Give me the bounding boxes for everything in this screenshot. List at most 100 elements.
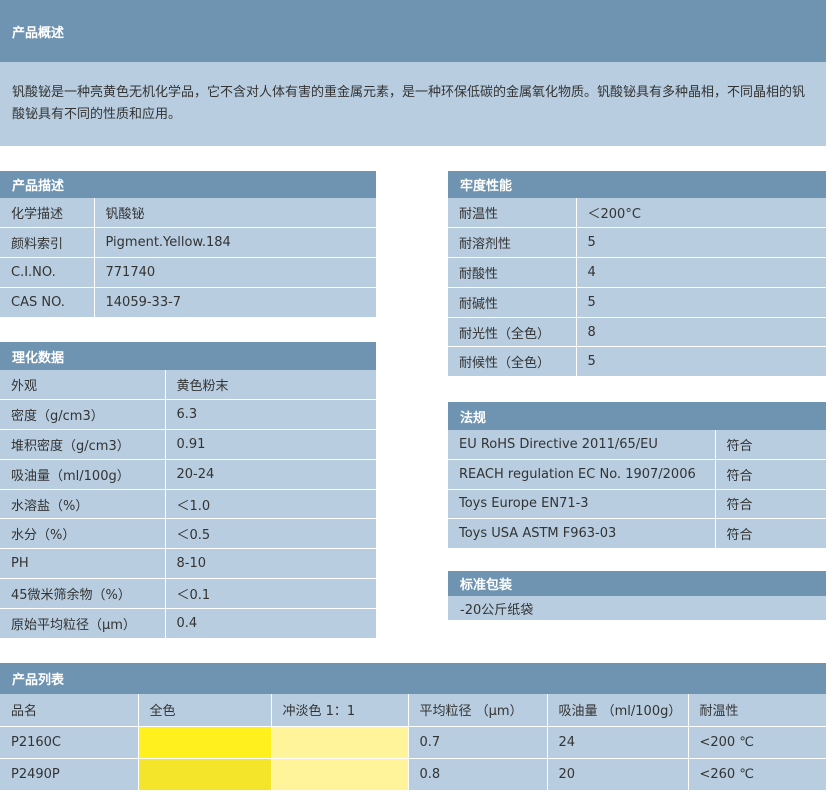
products-column-header: 品名	[0, 694, 139, 727]
regulation-label: Toys USA ASTM F963-03	[448, 518, 716, 549]
fastness-value: ＜200°C	[575, 198, 826, 229]
description-label: C.I.NO.	[0, 257, 95, 288]
regulation-table: EU RoHS Directive 2011/65/EU 符合 REACH regu…	[448, 430, 826, 549]
regulation-value: 符合	[714, 488, 826, 519]
physchem-value: 8-10	[164, 548, 376, 580]
description-table: 化学描述 钒酸铋 颜料索引 Pigment.Yellow.184 C.I.NO. 7717…	[0, 198, 376, 318]
physchem-table: 外观 黄色粉末 密度（g/cm3） 6.3 堆积密度（g/cm3） 0.91 吸油量（ml/…	[0, 370, 376, 639]
fastness-label: 耐碱性	[448, 286, 577, 318]
regulation-value: 符合	[714, 518, 826, 549]
regulation-title: 法规	[460, 410, 487, 426]
physchem-label: PH	[0, 548, 166, 580]
description-value: 14059-33-7	[93, 286, 376, 318]
product-name: P2160C	[0, 725, 139, 759]
physchem-row: 原始平均粒径（μm） 0.4	[0, 607, 376, 639]
regulation-label: Toys Europe EN71-3	[448, 488, 716, 519]
fastness-header: 牢度性能	[448, 171, 826, 198]
physchem-row: 外观 黄色粉末	[0, 370, 376, 401]
products-column-header: 耐温性	[687, 694, 826, 727]
fastness-value: 5	[575, 346, 826, 378]
physchem-value: ＜1.0	[164, 488, 376, 520]
fastness-row: 耐酸性 4	[448, 257, 826, 288]
fastness-row: 耐碱性 5	[448, 286, 826, 318]
description-value: 钒酸铋	[93, 198, 376, 229]
physchem-label: 45微米筛余物（%）	[0, 578, 166, 609]
fastness-label: 耐温性	[448, 198, 577, 229]
fastness-row: 耐候性（全色） 5	[448, 346, 826, 378]
regulation-row: REACH regulation EC No. 1907/2006 符合	[448, 459, 826, 490]
products-header: 产品列表	[0, 663, 826, 694]
heat-resistance: <200 ℃	[687, 725, 826, 759]
products-row: P2490P 0.8 20 <260 ℃	[0, 757, 826, 791]
description-title: 产品描述	[12, 179, 65, 194]
fastness-label: 耐溶剂性	[448, 227, 577, 259]
physchem-row: 堆积密度（g/cm3） 0.91	[0, 429, 376, 460]
products-column-header: 冲淡色 1：1	[270, 694, 409, 727]
physchem-row: 45微米筛余物（%） ＜0.1	[0, 578, 376, 609]
physchem-label: 堆积密度（g/cm3）	[0, 429, 166, 460]
overview-text: 钒酸铋是一种亮黄色无机化学品，它不含对人体有害的重金属元素，是一种环保低碳的金属…	[0, 62, 826, 146]
fastness-row: 耐溶剂性 5	[448, 227, 826, 259]
fastness-value: 5	[575, 227, 826, 259]
fastness-row: 耐温性 ＜200°C	[448, 198, 826, 229]
description-value: Pigment.Yellow.184	[93, 227, 376, 258]
description-header: 产品描述	[0, 171, 376, 198]
physchem-value: 6.3	[164, 399, 376, 431]
overview-title: 产品概述	[12, 25, 65, 41]
fastness-table: 耐温性 ＜200°C 耐溶剂性 5 耐酸性 4 耐碱性 5 耐光性（全色） 8 耐候性（全色） 5	[448, 198, 826, 378]
regulation-value: 符合	[714, 459, 826, 490]
physchem-label: 水分（%）	[0, 518, 166, 550]
physchem-value: 黄色粉末	[164, 370, 376, 401]
products-row: P2160C 0.7 24 <200 ℃	[0, 725, 826, 759]
fastness-label: 耐候性（全色）	[448, 346, 577, 378]
mass-color-swatch	[137, 725, 272, 759]
products-column-header: 吸油量 （ml/100g）	[546, 694, 689, 727]
physchem-value: 0.91	[164, 429, 376, 460]
packaging-title: 标准包装	[460, 578, 513, 593]
physchem-row: 吸油量（ml/100g） 20-24	[0, 458, 376, 490]
description-row: CAS NO. 14059-33-7	[0, 286, 376, 318]
tint-color-swatch	[270, 725, 409, 759]
packaging-text: -20公斤纸袋	[448, 596, 826, 620]
regulation-label: EU RoHS Directive 2011/65/EU	[448, 430, 716, 460]
physchem-value: ＜0.5	[164, 518, 376, 550]
description-row: 化学描述 钒酸铋	[0, 198, 376, 229]
fastness-value: 4	[575, 257, 826, 288]
description-label: 颜料索引	[0, 227, 95, 258]
mass-color-swatch	[137, 757, 272, 791]
fastness-value: 8	[575, 316, 826, 348]
physchem-value: 0.4	[164, 607, 376, 639]
description-label: 化学描述	[0, 198, 95, 229]
physchem-value: ＜0.1	[164, 578, 376, 609]
description-row: 颜料索引 Pigment.Yellow.184	[0, 227, 376, 258]
products-header-row: 品名 全色 冲淡色 1：1 平均粒径 （μm） 吸油量 （ml/100g） 耐温性	[0, 694, 826, 727]
physchem-row: PH 8-10	[0, 548, 376, 580]
products-title: 产品列表	[12, 673, 65, 688]
products-column-header: 平均粒径 （μm）	[407, 694, 548, 727]
oil-absorption: 20	[546, 757, 689, 791]
description-value: 771740	[93, 257, 376, 288]
products-column-header: 全色	[137, 694, 272, 727]
physchem-row: 水溶盐（%） ＜1.0	[0, 488, 376, 520]
description-row: C.I.NO. 771740	[0, 257, 376, 288]
physchem-row: 水分（%） ＜0.5	[0, 518, 376, 550]
physchem-label: 密度（g/cm3）	[0, 399, 166, 431]
physchem-label: 水溶盐（%）	[0, 488, 166, 520]
physchem-label: 外观	[0, 370, 166, 401]
fastness-label: 耐酸性	[448, 257, 577, 288]
heat-resistance: <260 ℃	[687, 757, 826, 791]
products-table: 品名 全色 冲淡色 1：1 平均粒径 （μm） 吸油量 （ml/100g） 耐温性 P216…	[0, 694, 826, 791]
regulation-row: EU RoHS Directive 2011/65/EU 符合	[448, 430, 826, 460]
oil-absorption: 24	[546, 725, 689, 759]
regulation-row: Toys Europe EN71-3 符合	[448, 488, 826, 519]
fastness-row: 耐光性（全色） 8	[448, 316, 826, 348]
fastness-title: 牢度性能	[460, 179, 513, 194]
particle-size: 0.8	[407, 757, 548, 791]
tint-color-swatch	[270, 757, 409, 791]
description-label: CAS NO.	[0, 286, 95, 318]
regulation-value: 符合	[714, 430, 826, 460]
physchem-label: 原始平均粒径（μm）	[0, 607, 166, 639]
fastness-value: 5	[575, 286, 826, 318]
fastness-label: 耐光性（全色）	[448, 316, 577, 348]
physchem-title: 理化数据	[12, 350, 65, 366]
